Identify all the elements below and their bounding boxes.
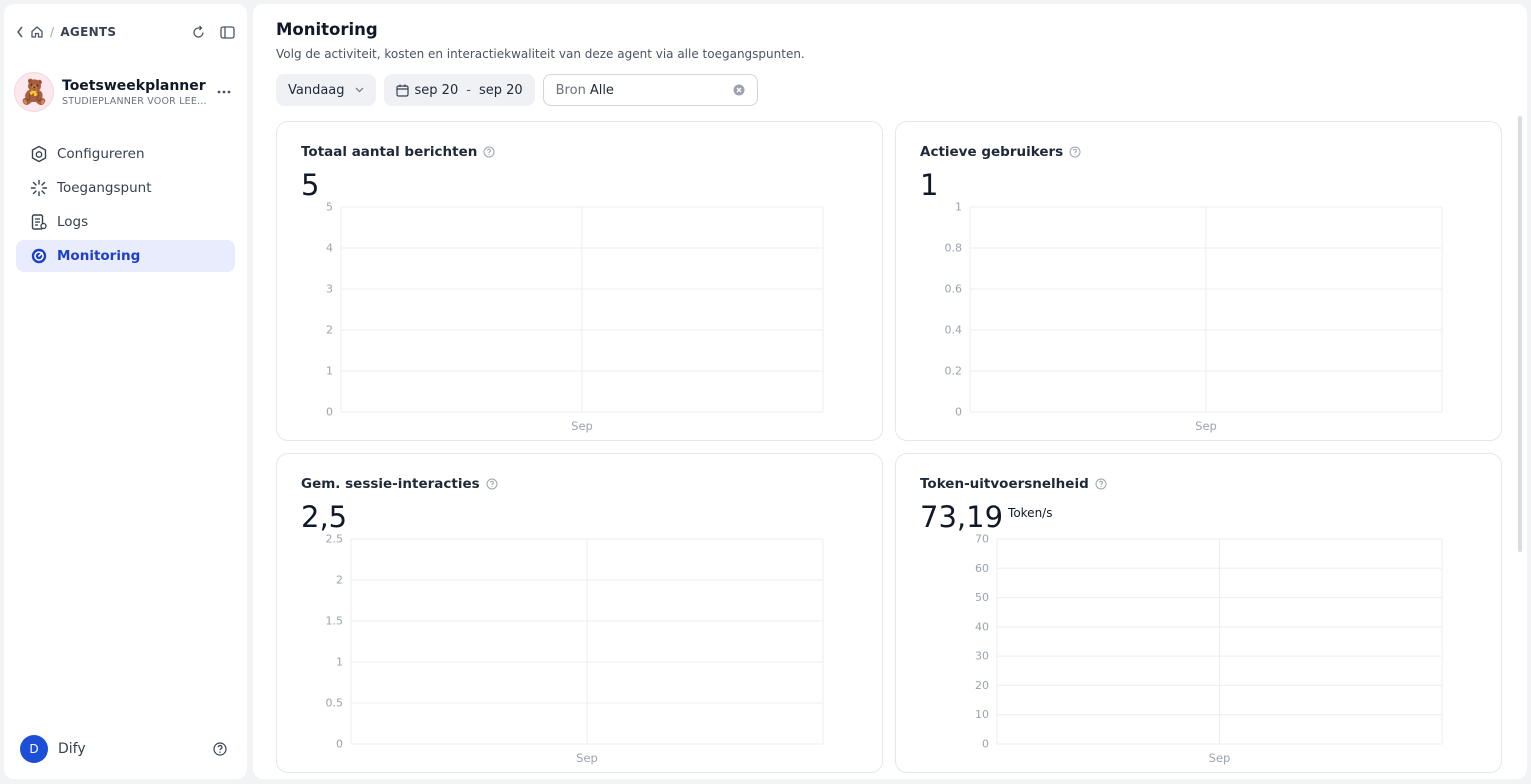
y-tick-label: 70 xyxy=(975,533,989,546)
sidebar-nav: Configureren Toegangspunt Logs Monitorin… xyxy=(16,138,235,274)
chart-plot: 0 0.5 1 1.5 2 2.5 Sep xyxy=(326,533,824,765)
date-range-picker[interactable]: sep 20 - sep 20 xyxy=(383,74,535,106)
y-tick-label: 1 xyxy=(955,201,962,214)
logs-icon xyxy=(30,213,48,231)
x-tick-label: Sep xyxy=(1209,751,1231,765)
source-filter[interactable]: Bron Alle xyxy=(542,74,758,106)
x-tick-label: Sep xyxy=(571,419,593,433)
clear-icon[interactable] xyxy=(733,84,745,96)
calendar-icon xyxy=(395,84,409,97)
nav-item-configureren[interactable]: Configureren xyxy=(16,138,235,170)
chevron-down-icon xyxy=(355,87,364,93)
y-tick-label: 0.5 xyxy=(326,697,344,710)
chart-plot: 0 1 2 3 4 5 Sep xyxy=(326,201,824,433)
date-from: sep 20 xyxy=(414,82,459,98)
date-to: sep 20 xyxy=(478,82,523,98)
nav-item-monitoring[interactable]: Monitoring xyxy=(16,240,235,272)
chart-title: Totaal aantal berichten xyxy=(301,144,478,160)
access-point-icon xyxy=(30,179,48,197)
x-tick-label: Sep xyxy=(1195,419,1217,433)
filter-bar: Vandaag sep 20 - sep 20 Bron Alle xyxy=(276,74,758,106)
chart-card-total-messages: 0 1 2 3 4 5 Sep Totaal aantal berichten 5 xyxy=(276,121,883,441)
y-tick-label: 0.8 xyxy=(945,242,963,255)
y-tick-label: 1 xyxy=(336,656,343,669)
y-tick-label: 0.4 xyxy=(945,324,963,337)
y-tick-label: 2.5 xyxy=(326,533,344,546)
chart-unit: Token/s xyxy=(1008,506,1053,520)
y-tick-label: 3 xyxy=(326,283,333,296)
main-panel: Monitoring Volg de activiteit, kosten en… xyxy=(253,4,1527,779)
monitoring-icon xyxy=(30,247,48,265)
y-tick-label: 0 xyxy=(982,738,989,751)
chart-value: 2,5 xyxy=(301,500,348,534)
info-icon[interactable] xyxy=(1095,478,1107,490)
period-select[interactable]: Vandaag xyxy=(276,74,376,106)
chart-value: 5 xyxy=(301,168,320,202)
chart-value: 73,19 xyxy=(920,500,1004,534)
breadcrumb-agents[interactable]: AGENTS xyxy=(60,25,116,39)
chevron-left-icon[interactable] xyxy=(16,26,24,38)
settings-icon xyxy=(30,145,48,163)
more-options-icon[interactable] xyxy=(217,90,231,94)
page-title: Monitoring xyxy=(276,20,378,39)
chart-title: Token-uitvoersnelheid xyxy=(920,476,1089,492)
date-separator: - xyxy=(466,82,471,98)
y-tick-label: 5 xyxy=(326,201,333,214)
y-tick-label: 0 xyxy=(955,406,962,419)
sidebar: / AGENTS 🧸 Toetsweekplanner STUDIEPLANNE… xyxy=(4,4,247,779)
y-tick-label: 10 xyxy=(975,708,989,721)
chart-title: Actieve gebruikers xyxy=(920,144,1064,160)
app-card[interactable]: 🧸 Toetsweekplanner STUDIEPLANNER VOOR LE… xyxy=(14,68,237,116)
user-name[interactable]: Dify xyxy=(58,741,86,757)
app-avatar: 🧸 xyxy=(14,72,54,112)
nav-item-logs[interactable]: Logs xyxy=(16,206,235,238)
page-subtitle: Volg de activiteit, kosten en interactie… xyxy=(276,47,805,61)
nav-item-label: Toegangspunt xyxy=(57,180,152,196)
y-tick-label: 50 xyxy=(975,591,989,604)
source-value: Alle xyxy=(589,82,614,98)
sidebar-toggle-icon[interactable] xyxy=(220,25,235,39)
chart-title: Gem. sessie-interacties xyxy=(301,476,480,492)
home-icon[interactable] xyxy=(30,25,44,39)
breadcrumb: / AGENTS xyxy=(16,25,116,39)
y-tick-label: 20 xyxy=(975,679,989,692)
nav-item-label: Monitoring xyxy=(57,248,141,264)
breadcrumb-separator: / xyxy=(50,25,55,39)
y-tick-label: 1 xyxy=(326,365,333,378)
x-tick-label: Sep xyxy=(576,751,598,765)
sidebar-header: / AGENTS xyxy=(16,20,235,44)
y-tick-label: 30 xyxy=(975,650,989,663)
user-area: D Dify xyxy=(20,735,231,763)
help-icon[interactable] xyxy=(213,742,227,756)
info-icon[interactable] xyxy=(483,146,495,158)
nav-item-label: Logs xyxy=(57,214,89,230)
y-tick-label: 0 xyxy=(336,738,343,751)
y-tick-label: 2 xyxy=(326,324,333,337)
chart-card-active-users: 0 0.2 0.4 0.6 0.8 1 Sep Actieve gebruikers 1 xyxy=(895,121,1502,441)
y-tick-label: 40 xyxy=(975,620,989,633)
nav-item-label: Configureren xyxy=(57,146,145,162)
chart-plot: 0 0.2 0.4 0.6 0.8 1 Sep xyxy=(945,201,1443,433)
y-tick-label: 4 xyxy=(326,242,333,255)
chart-card-token-output-speed: 0 10 20 30 40 50 60 70 Sep Token-uitvoersnelheid… xyxy=(895,453,1502,773)
y-tick-label: 1.5 xyxy=(326,615,344,628)
app-subtitle: STUDIEPLANNER VOOR LEE... xyxy=(62,95,207,107)
source-label: Bron xyxy=(555,82,586,98)
refresh-icon[interactable] xyxy=(191,25,206,40)
period-value: Vandaag xyxy=(288,82,345,98)
nav-item-toegangspunt[interactable]: Toegangspunt xyxy=(16,172,235,204)
avatar[interactable]: D xyxy=(20,735,48,763)
scrollbar[interactable] xyxy=(1518,116,1522,552)
y-tick-label: 0.2 xyxy=(945,365,963,378)
y-tick-label: 0.6 xyxy=(945,283,963,296)
info-icon[interactable] xyxy=(1069,146,1081,158)
chart-card-avg-session-interactions: 0 0.5 1 1.5 2 2.5 Sep Gem. sessie-interacties … xyxy=(276,453,883,773)
y-tick-label: 60 xyxy=(975,562,989,575)
y-tick-label: 0 xyxy=(326,406,333,419)
app-name: Toetsweekplanner xyxy=(62,77,206,94)
chart-value: 1 xyxy=(920,168,939,202)
info-icon[interactable] xyxy=(486,478,498,490)
y-tick-label: 2 xyxy=(336,574,343,587)
